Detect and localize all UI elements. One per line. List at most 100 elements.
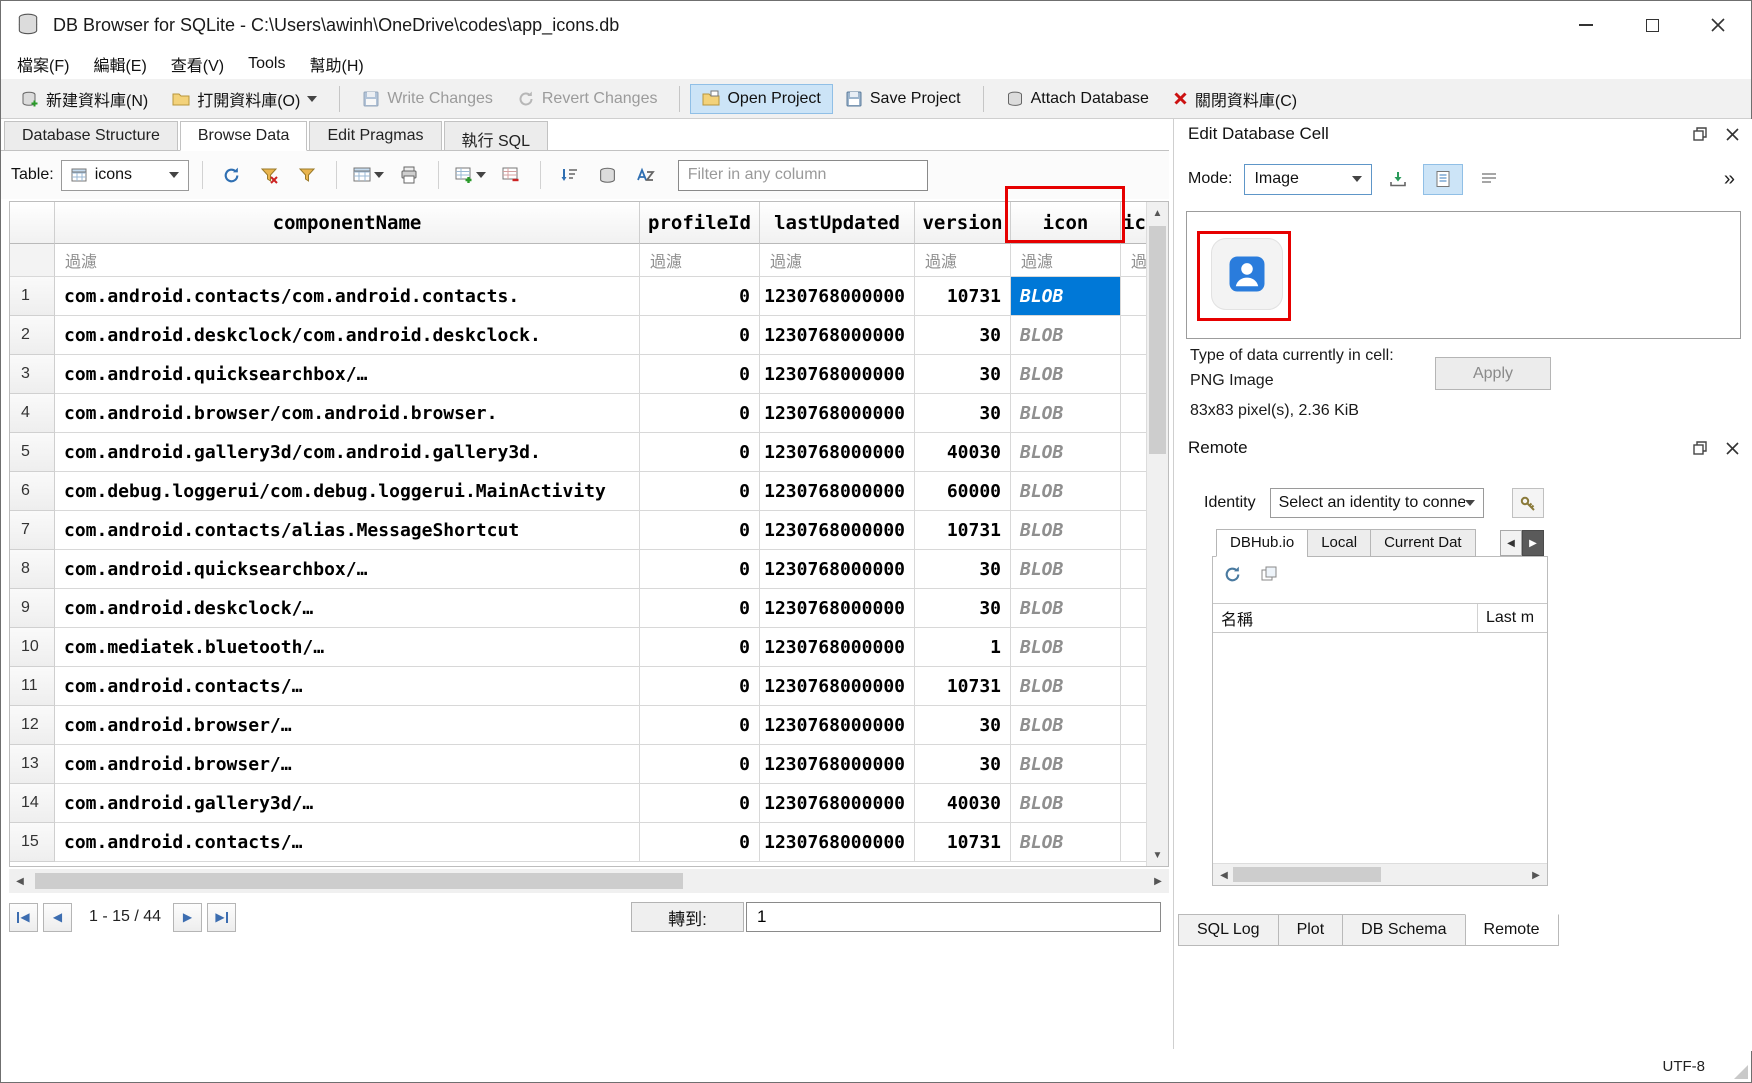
data-cell[interactable]: 0 — [640, 472, 760, 511]
data-cell[interactable]: 0 — [640, 628, 760, 667]
data-cell[interactable]: 1230768000000 — [760, 472, 915, 511]
data-cell[interactable]: 1230768000000 — [760, 784, 915, 823]
delete-record-button[interactable] — [496, 160, 527, 191]
mode-select[interactable]: Image — [1244, 164, 1372, 195]
data-cell[interactable]: com.android.contacts/com.android.contact… — [55, 277, 640, 316]
row-number[interactable]: 5 — [10, 433, 55, 472]
data-cell[interactable]: BLOB — [1011, 784, 1121, 823]
data-cell[interactable]: 1230768000000 — [760, 511, 915, 550]
data-cell[interactable]: 1230768000000 — [760, 823, 915, 862]
scroll-up-icon[interactable]: ▲ — [1147, 202, 1168, 224]
scroll-right-icon[interactable]: ▶ — [1147, 869, 1169, 893]
dock-tab-db-schema[interactable]: DB Schema — [1342, 914, 1465, 946]
data-cell[interactable]: 30 — [915, 745, 1011, 784]
dock-tab-sql-log[interactable]: SQL Log — [1178, 914, 1279, 946]
table-select[interactable]: icons — [61, 160, 189, 191]
data-cell[interactable]: com.android.gallery3d/… — [55, 784, 640, 823]
sort-records-button[interactable] — [554, 160, 585, 191]
column-header-profileid[interactable]: profileId — [640, 202, 760, 244]
encoding-button[interactable] — [592, 160, 623, 191]
data-cell[interactable]: BLOB — [1011, 394, 1121, 433]
data-cell[interactable]: 1230768000000 — [760, 355, 915, 394]
data-cell[interactable]: com.mediatek.bluetooth/… — [55, 628, 640, 667]
row-number[interactable]: 11 — [10, 667, 55, 706]
data-cell[interactable]: 1230768000000 — [760, 706, 915, 745]
data-cell[interactable]: 1230768000000 — [760, 589, 915, 628]
data-cell[interactable]: BLOB — [1011, 472, 1121, 511]
float-panel-button[interactable] — [1689, 123, 1711, 145]
data-cell[interactable] — [1121, 433, 1146, 472]
data-cell[interactable]: BLOB — [1011, 355, 1121, 394]
data-cell[interactable]: BLOB — [1011, 316, 1121, 355]
write-changes-button[interactable]: Write Changes — [350, 84, 505, 114]
column-filter-input[interactable]: 過濾 — [1011, 244, 1121, 277]
menu-item[interactable]: Tools — [236, 52, 297, 76]
row-number[interactable]: 13 — [10, 745, 55, 784]
insert-record-dropdown[interactable] — [452, 160, 489, 191]
row-number[interactable]: 6 — [10, 472, 55, 511]
data-cell[interactable]: BLOB — [1011, 277, 1121, 316]
refresh-button[interactable] — [216, 160, 247, 191]
open-project-button[interactable]: Open Project — [690, 84, 832, 114]
data-cell[interactable]: 30 — [915, 316, 1011, 355]
data-cell[interactable]: com.android.contacts/alias.MessageShortc… — [55, 511, 640, 550]
data-cell[interactable] — [1121, 316, 1146, 355]
tab-browse-data[interactable]: Browse Data — [180, 121, 308, 151]
word-wrap-button[interactable] — [1472, 164, 1505, 195]
close-button[interactable] — [1685, 1, 1751, 49]
resize-grip[interactable] — [1734, 1065, 1748, 1079]
data-cell[interactable]: com.android.deskclock/com.android.deskcl… — [55, 316, 640, 355]
revert-changes-button[interactable]: Revert Changes — [505, 84, 670, 114]
remote-clone-button[interactable] — [1260, 565, 1279, 589]
data-cell[interactable]: 0 — [640, 550, 760, 589]
data-cell[interactable]: 0 — [640, 394, 760, 433]
column-filter-input[interactable]: 過濾 — [55, 244, 640, 277]
data-cell[interactable]: 0 — [640, 784, 760, 823]
apply-button[interactable]: Apply — [1435, 357, 1551, 390]
row-number[interactable]: 12 — [10, 706, 55, 745]
data-cell[interactable]: BLOB — [1011, 511, 1121, 550]
data-cell[interactable]: 30 — [915, 550, 1011, 589]
data-cell[interactable]: 30 — [915, 394, 1011, 433]
data-cell[interactable]: com.android.deskclock/… — [55, 589, 640, 628]
row-number[interactable]: 1 — [10, 277, 55, 316]
data-cell[interactable]: com.android.browser/com.android.browser. — [55, 394, 640, 433]
data-cell[interactable]: 60000 — [915, 472, 1011, 511]
column-header-lastupdated[interactable]: lastUpdated — [760, 202, 915, 244]
scroll-right-icon[interactable]: ▶ — [1525, 864, 1547, 886]
data-cell[interactable]: 30 — [915, 589, 1011, 628]
identity-select[interactable]: Select an identity to conne — [1270, 488, 1484, 518]
remote-hscrollbar[interactable]: ◀ ▶ — [1213, 863, 1547, 885]
filter-button[interactable] — [292, 160, 323, 191]
row-number[interactable]: 8 — [10, 550, 55, 589]
last-page-button[interactable]: ▶ — [207, 903, 236, 932]
remote-tab-dbhub-io[interactable]: DBHub.io — [1216, 529, 1308, 557]
data-cell[interactable]: 1230768000000 — [760, 667, 915, 706]
row-number[interactable]: 3 — [10, 355, 55, 394]
column-filter-input[interactable]: 過濾 — [1121, 244, 1146, 277]
data-cell[interactable]: com.android.browser/… — [55, 706, 640, 745]
text-mode-button[interactable] — [1423, 164, 1463, 195]
column-filter-input[interactable]: 過濾 — [915, 244, 1011, 277]
import-data-button[interactable] — [1381, 164, 1414, 195]
tab-scroll-right-button[interactable]: ▶ — [1522, 530, 1544, 556]
row-number[interactable]: 15 — [10, 823, 55, 862]
data-cell[interactable]: BLOB — [1011, 745, 1121, 784]
next-page-button[interactable]: ▶ — [173, 903, 202, 932]
data-cell[interactable]: BLOB — [1011, 823, 1121, 862]
open-database-button[interactable]: 打開資料庫(O) — [160, 81, 329, 117]
data-cell[interactable] — [1121, 472, 1146, 511]
row-number[interactable]: 2 — [10, 316, 55, 355]
tab-sql[interactable]: 執行 SQL — [444, 121, 548, 151]
data-cell[interactable]: 1230768000000 — [760, 394, 915, 433]
scroll-left-icon[interactable]: ◀ — [1213, 864, 1235, 886]
remote-column-header-tab[interactable]: 名稱 — [1213, 604, 1477, 632]
data-cell[interactable]: 0 — [640, 355, 760, 394]
clear-filters-button[interactable] — [254, 160, 285, 191]
goto-input[interactable] — [746, 902, 1161, 932]
data-cell[interactable]: BLOB — [1011, 433, 1121, 472]
data-cell[interactable]: 30 — [915, 706, 1011, 745]
grid-vscrollbar[interactable]: ▲ ▼ — [1146, 202, 1168, 866]
save-project-button[interactable]: Save Project — [833, 84, 973, 114]
close-panel-button[interactable] — [1721, 123, 1743, 145]
